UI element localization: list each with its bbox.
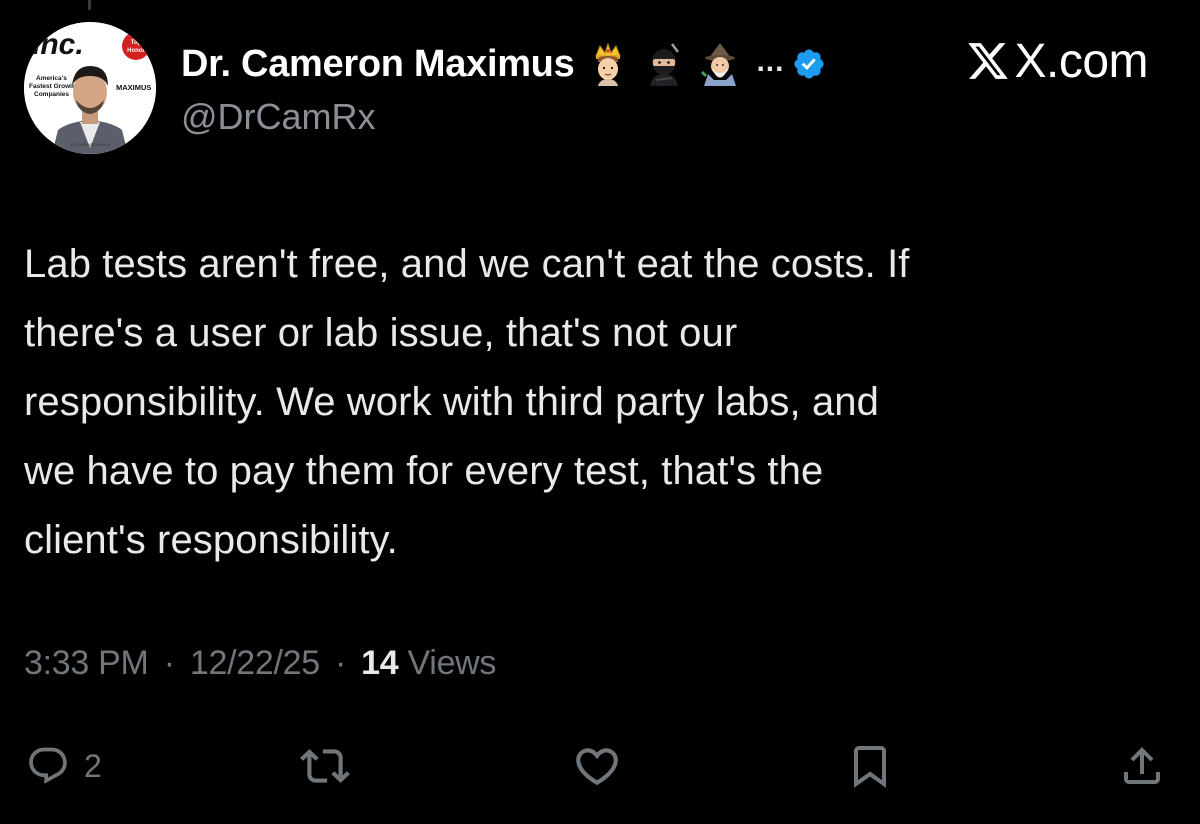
repost-button[interactable] <box>300 734 350 798</box>
avatar-corner-badge-line-1: Top <box>131 40 142 46</box>
avatar-badge-text: Inc. <box>32 28 84 61</box>
meta-separator: · <box>163 644 175 682</box>
avatar-image: Inc. Top Honor America's Fastest Growing… <box>24 22 156 154</box>
reply-count: 2 <box>84 747 102 784</box>
thread-connector-line <box>88 0 91 10</box>
avatar-side-label: MAXIMUS <box>116 83 151 92</box>
ninja-emoji <box>642 42 686 86</box>
tweet-action-bar: 2 <box>0 734 1200 798</box>
views-label: Views <box>407 644 497 682</box>
brand-text: X.com <box>1014 34 1148 88</box>
verified-badge-icon[interactable] <box>792 47 826 81</box>
tweet-meta: 3:33 PM · 12/22/25 · 14 Views <box>24 644 496 683</box>
tweet-text-line: there's a user or lab issue, that's not … <box>24 311 738 355</box>
prince-emoji <box>586 42 630 86</box>
bookmark-icon <box>854 746 886 788</box>
mage-emoji <box>698 42 742 86</box>
tweet-text-line: we have to pay them for every test, that… <box>24 449 824 493</box>
tweet-text-line: Lab tests aren't free, and we can't eat … <box>24 242 910 286</box>
avatar-caption-line-1: America's <box>36 75 67 82</box>
share-icon <box>1124 747 1160 784</box>
share-button[interactable] <box>1118 734 1166 798</box>
author-name-row: Dr. Cameron Maximus ... <box>181 36 826 92</box>
repost-icon <box>300 749 350 783</box>
meta-separator: · <box>334 644 347 682</box>
tweet-time[interactable]: 3:33 PM <box>24 644 149 682</box>
x-logo-icon <box>966 39 1010 83</box>
reply-icon <box>29 747 67 784</box>
avatar-corner-badge-line-2: Honor <box>127 48 145 54</box>
like-button[interactable] <box>572 734 622 798</box>
reply-button[interactable]: 2 <box>26 734 102 798</box>
tweet-text-line: client's responsibility. <box>24 518 398 562</box>
heart-icon <box>576 748 618 786</box>
author-display-name[interactable]: Dr. Cameron Maximus <box>181 43 575 86</box>
bookmark-button[interactable] <box>846 734 894 798</box>
views-count: 14 <box>361 644 399 682</box>
tweet-text-line: responsibility. We work with third party… <box>24 380 879 424</box>
brand-watermark: X.com <box>966 30 1148 92</box>
tweet-date[interactable]: 12/22/25 <box>190 644 320 682</box>
author-handle[interactable]: @DrCamRx <box>181 96 376 138</box>
tweet-text: Lab tests aren't free, and we can't eat … <box>24 230 1174 575</box>
avatar-caption-line-3: Companies <box>34 91 69 98</box>
avatar-footer-text: IN CELEBRATION WITH <box>71 143 110 147</box>
name-truncation: ... <box>756 45 785 78</box>
author-avatar[interactable]: Inc. Top Honor America's Fastest Growing… <box>24 22 156 154</box>
